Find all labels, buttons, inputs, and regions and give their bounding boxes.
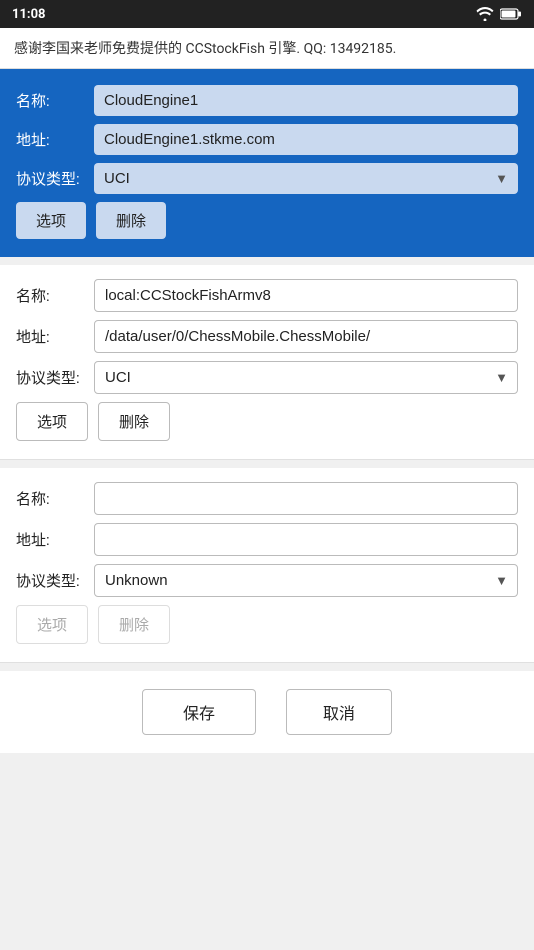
info-text: 感谢李国来老师免费提供的 CCStockFish 引擎. QQ: 1349218…	[0, 28, 534, 69]
engine3-protocol-select[interactable]: UCI UCCI Unknown	[94, 564, 518, 597]
engine1-protocol-select[interactable]: UCI UCCI Unknown	[94, 163, 518, 194]
engine3-address-input[interactable]	[94, 523, 518, 556]
engine2-protocol-label: 协议类型:	[16, 367, 94, 388]
spacer1	[0, 257, 534, 265]
engine2-delete-button[interactable]: 删除	[98, 402, 170, 441]
status-time: 11:08	[12, 7, 46, 22]
engine3-protocol-dropdown-wrapper: UCI UCCI Unknown ▼	[94, 564, 518, 597]
engine1-address-row: 地址:	[16, 124, 518, 155]
engine1-options-button[interactable]: 选项	[16, 202, 86, 239]
engine2-name-input[interactable]	[94, 279, 518, 312]
engine1-protocol-row: 协议类型: UCI UCCI Unknown ▼	[16, 163, 518, 194]
engine2-card: 名称: 地址: 协议类型: UCI UCCI Unknown ▼ 选项 删除	[0, 265, 534, 460]
action-bar: 保存 取消	[0, 671, 534, 753]
engine1-address-input[interactable]	[94, 124, 518, 155]
engine1-address-label: 地址:	[16, 129, 94, 150]
engine3-delete-button: 删除	[98, 605, 170, 644]
engine2-btn-row: 选项 删除	[16, 402, 518, 441]
engine3-name-label: 名称:	[16, 488, 94, 509]
battery-icon	[500, 8, 522, 20]
engine1-name-input[interactable]	[94, 85, 518, 116]
save-button[interactable]: 保存	[142, 689, 256, 735]
engine2-protocol-select[interactable]: UCI UCCI Unknown	[94, 361, 518, 394]
cancel-button[interactable]: 取消	[286, 689, 392, 735]
spacer2	[0, 460, 534, 468]
engine1-protocol-label: 协议类型:	[16, 168, 94, 189]
engine1-card: 名称: 地址: 协议类型: UCI UCCI Unknown ▼ 选项 删除	[0, 69, 534, 257]
engine3-options-button: 选项	[16, 605, 88, 644]
engine1-name-label: 名称:	[16, 90, 94, 111]
engine2-name-label: 名称:	[16, 285, 94, 306]
engine2-protocol-dropdown-wrapper: UCI UCCI Unknown ▼	[94, 361, 518, 394]
engine3-card: 名称: 地址: 协议类型: UCI UCCI Unknown ▼ 选项 删除	[0, 468, 534, 663]
engine2-name-row: 名称:	[16, 279, 518, 312]
engine1-btn-row: 选项 删除	[16, 202, 518, 239]
engine1-name-row: 名称:	[16, 85, 518, 116]
engine3-address-row: 地址:	[16, 523, 518, 556]
engine1-delete-button[interactable]: 删除	[96, 202, 166, 239]
engine2-protocol-row: 协议类型: UCI UCCI Unknown ▼	[16, 361, 518, 394]
engine2-address-row: 地址:	[16, 320, 518, 353]
engine3-name-row: 名称:	[16, 482, 518, 515]
engine3-protocol-row: 协议类型: UCI UCCI Unknown ▼	[16, 564, 518, 597]
wifi-icon	[476, 7, 494, 21]
engine3-btn-row: 选项 删除	[16, 605, 518, 644]
engine2-address-input[interactable]	[94, 320, 518, 353]
engine1-protocol-dropdown-wrapper: UCI UCCI Unknown ▼	[94, 163, 518, 194]
engine2-options-button[interactable]: 选项	[16, 402, 88, 441]
status-icons	[476, 7, 522, 21]
status-bar: 11:08	[0, 0, 534, 28]
engine3-address-label: 地址:	[16, 529, 94, 550]
engine2-address-label: 地址:	[16, 326, 94, 347]
engine3-protocol-label: 协议类型:	[16, 570, 94, 591]
engine3-name-input[interactable]	[94, 482, 518, 515]
